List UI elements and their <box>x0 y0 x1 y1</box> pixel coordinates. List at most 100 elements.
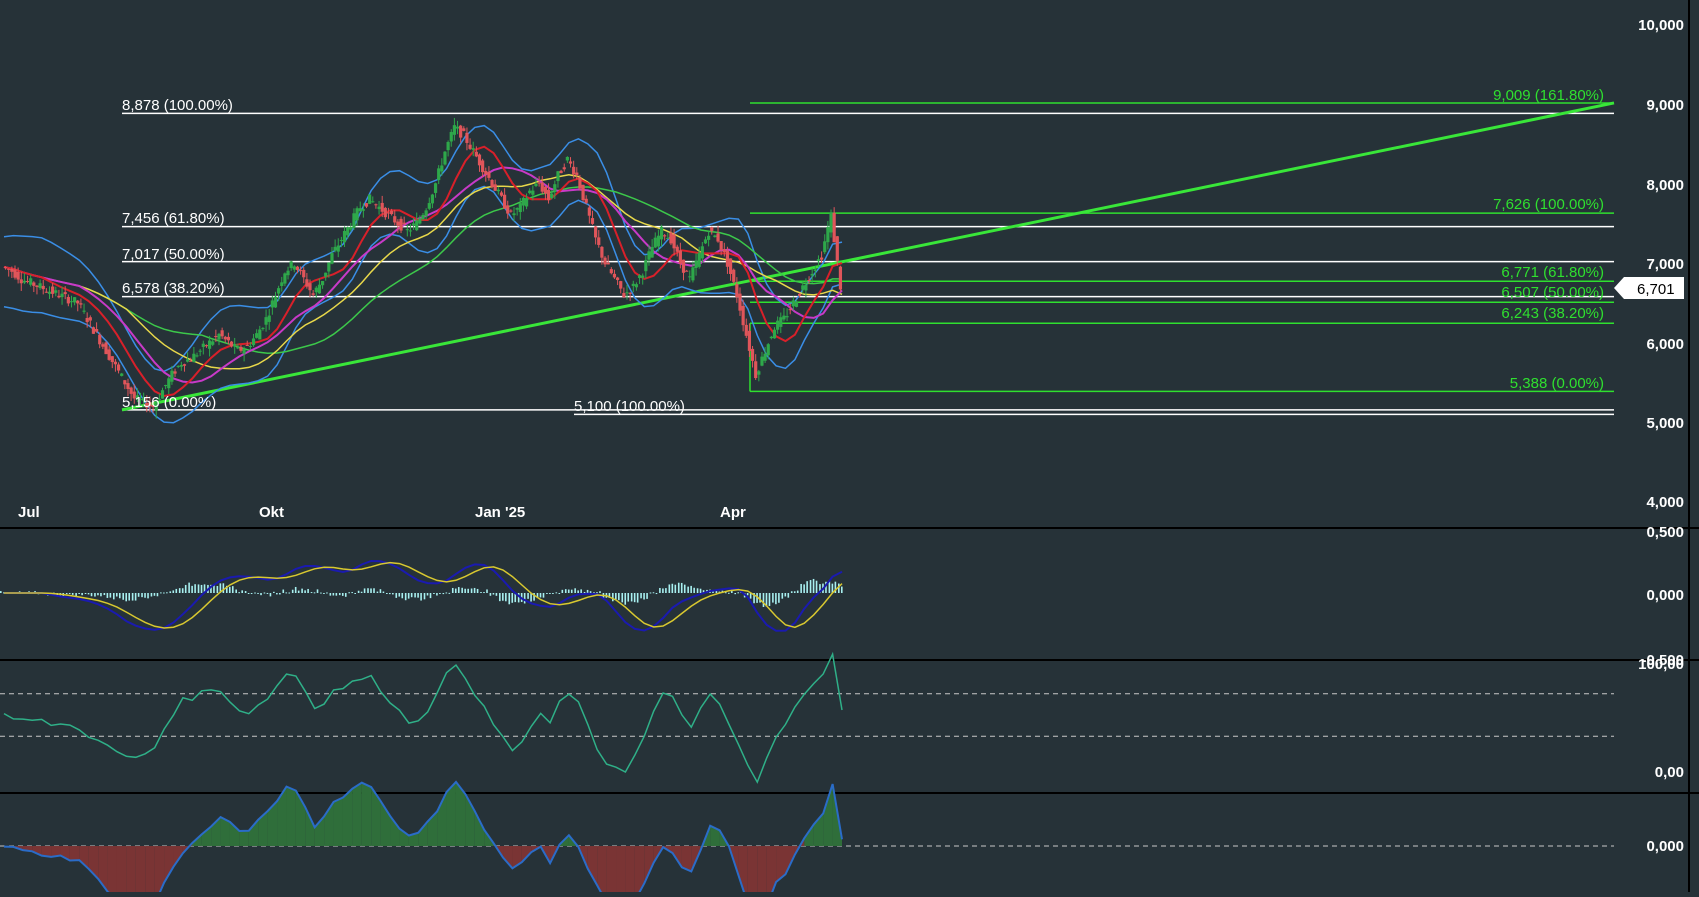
macd-bar <box>426 593 429 596</box>
candle-body <box>402 222 406 224</box>
candle-body <box>342 230 347 243</box>
candle-body <box>829 212 833 233</box>
macd-bar <box>489 593 492 596</box>
y-tick-label: 9,000 <box>1646 97 1684 114</box>
fib-label: 6,771 (61.80%) <box>1501 264 1604 281</box>
macd-bar <box>445 592 448 594</box>
candle-body <box>54 290 58 293</box>
candle-body <box>29 278 33 285</box>
macd-bar <box>398 593 401 597</box>
macd-bar <box>348 592 350 594</box>
candle-body <box>427 203 431 209</box>
candle-body <box>481 160 485 173</box>
macd-bar <box>181 588 184 593</box>
macd-bar <box>341 593 344 596</box>
candle-body <box>810 273 814 276</box>
candle-body <box>214 335 218 337</box>
macd-bar <box>335 593 338 596</box>
candle-body <box>286 270 290 276</box>
candle-body <box>722 249 726 253</box>
macd-bar <box>677 582 680 593</box>
candle-body <box>211 341 215 345</box>
candle-body <box>236 347 240 349</box>
macd-bar <box>570 589 573 593</box>
candle-body <box>694 260 698 269</box>
candle-body <box>816 259 821 262</box>
macd-bar <box>141 593 143 598</box>
candle-body <box>716 233 720 242</box>
macd-bar <box>316 589 319 593</box>
candle-body <box>637 275 642 278</box>
candle-body <box>421 214 425 220</box>
macd-bar <box>200 584 203 593</box>
candle-body <box>750 348 755 361</box>
macd-bar <box>649 592 652 594</box>
macd-bar <box>310 592 313 594</box>
candle-body <box>772 329 777 339</box>
macd-bar <box>454 588 457 593</box>
candle-body <box>110 356 114 363</box>
macd-bar <box>442 593 445 595</box>
macd-bar <box>250 593 253 595</box>
candle-body <box>590 218 595 224</box>
macd-bar <box>800 583 802 593</box>
macd-bar <box>351 592 353 594</box>
candle-body <box>164 385 168 387</box>
candle-body <box>619 281 623 289</box>
candle-body <box>280 282 284 286</box>
macd-bar <box>646 593 648 599</box>
candle-body <box>63 292 67 295</box>
candle-body <box>647 251 651 260</box>
macd-bar <box>191 585 193 593</box>
macd-bar <box>508 593 511 605</box>
macd-bar <box>665 588 667 593</box>
candle-body <box>675 246 679 252</box>
macd-bar <box>65 593 68 595</box>
candle-body <box>631 283 635 286</box>
macd-bar <box>652 592 655 594</box>
candle-body <box>76 300 80 304</box>
y-tick-label: 6,000 <box>1646 336 1684 353</box>
macd-bar <box>671 583 674 593</box>
candle-body <box>292 266 296 270</box>
macd-bar <box>241 590 243 593</box>
osc-area <box>69 846 80 861</box>
macd-bar <box>457 587 460 593</box>
candle-body <box>477 154 482 166</box>
candle-body <box>358 208 362 212</box>
candle-body <box>173 371 177 374</box>
macd-bar <box>495 593 498 596</box>
candle-body <box>550 193 554 199</box>
candle-body <box>813 269 817 272</box>
candle-body <box>198 350 202 352</box>
macd-bar <box>266 592 269 594</box>
candle-body <box>521 197 526 206</box>
candle-body <box>587 207 591 216</box>
candle-body <box>440 165 444 172</box>
candle-body <box>606 262 610 265</box>
candle-body <box>346 227 350 236</box>
macd-bar <box>163 592 165 594</box>
rsi-tick-label: 0,00 <box>1655 764 1684 781</box>
macd-bar <box>690 585 692 593</box>
candle-body <box>509 210 513 212</box>
macd-tick-label: 0,500 <box>1646 524 1684 541</box>
macd-bar <box>781 593 784 599</box>
macd-bar <box>150 593 153 597</box>
macd-bar <box>618 593 620 601</box>
macd-bar <box>728 592 730 594</box>
candle-body <box>826 227 830 243</box>
candle-body <box>13 269 17 278</box>
macd-bar <box>815 580 818 593</box>
candle-body <box>380 202 384 212</box>
macd-bar <box>137 593 140 597</box>
macd-bar <box>291 589 294 593</box>
macd-bar <box>125 593 128 602</box>
macd-bar <box>115 593 118 597</box>
candle-body <box>305 279 309 287</box>
fib-label: 6,243 (38.20%) <box>1501 305 1604 322</box>
macd-bar <box>680 582 683 593</box>
macd-bar <box>134 593 137 601</box>
candle-body <box>349 227 353 230</box>
candle-body <box>691 267 695 281</box>
